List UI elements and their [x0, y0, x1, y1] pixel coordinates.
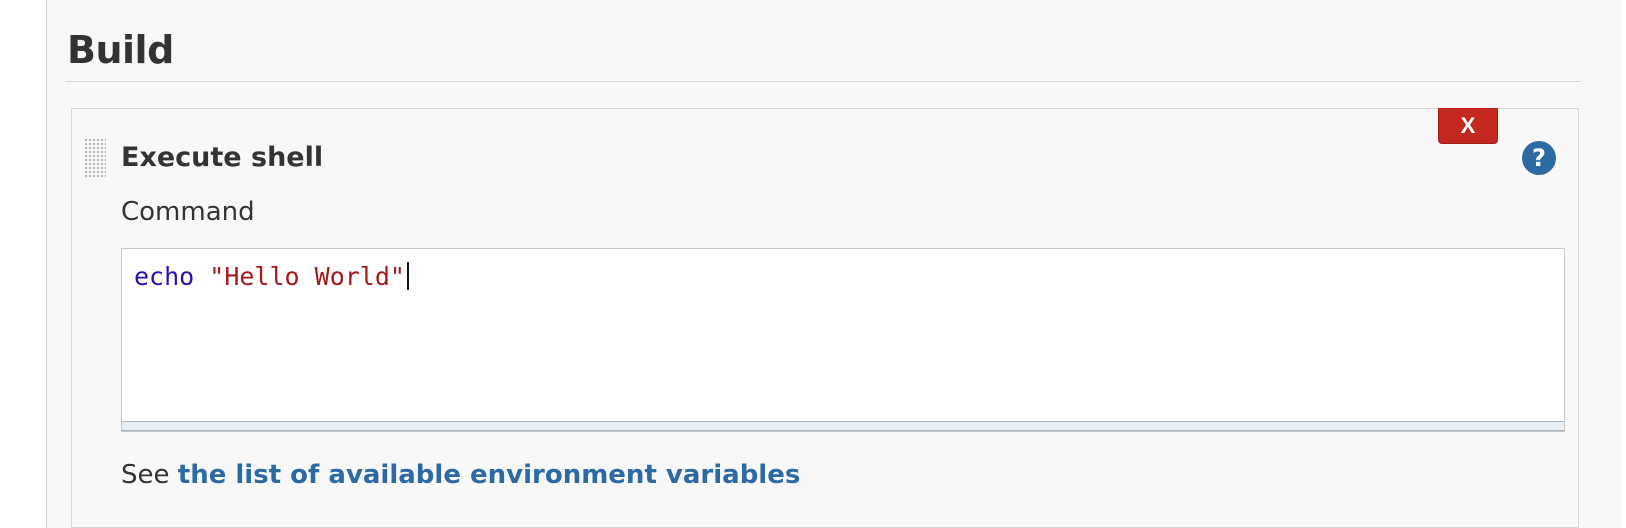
- command-label: Command: [121, 197, 255, 227]
- step-title: Execute shell: [121, 142, 324, 173]
- text-caret: [406, 262, 409, 290]
- section-title: Build: [67, 28, 174, 72]
- env-hint-prefix: See: [121, 460, 178, 490]
- editor-resize-handle[interactable]: [122, 421, 1564, 431]
- section-divider: [65, 81, 1581, 82]
- env-variables-link[interactable]: the list of available environment variab…: [178, 460, 801, 490]
- code-line: echo "Hello World": [134, 261, 409, 293]
- drag-handle-icon[interactable]: [84, 138, 106, 178]
- env-variables-hint: See the list of available environment va…: [121, 458, 800, 492]
- delete-step-button[interactable]: X: [1438, 108, 1498, 144]
- command-editor[interactable]: echo "Hello World": [121, 248, 1565, 432]
- code-string: "Hello World": [209, 262, 405, 291]
- question-circle-icon[interactable]: ?: [1522, 141, 1556, 175]
- code-keyword: echo: [134, 262, 195, 291]
